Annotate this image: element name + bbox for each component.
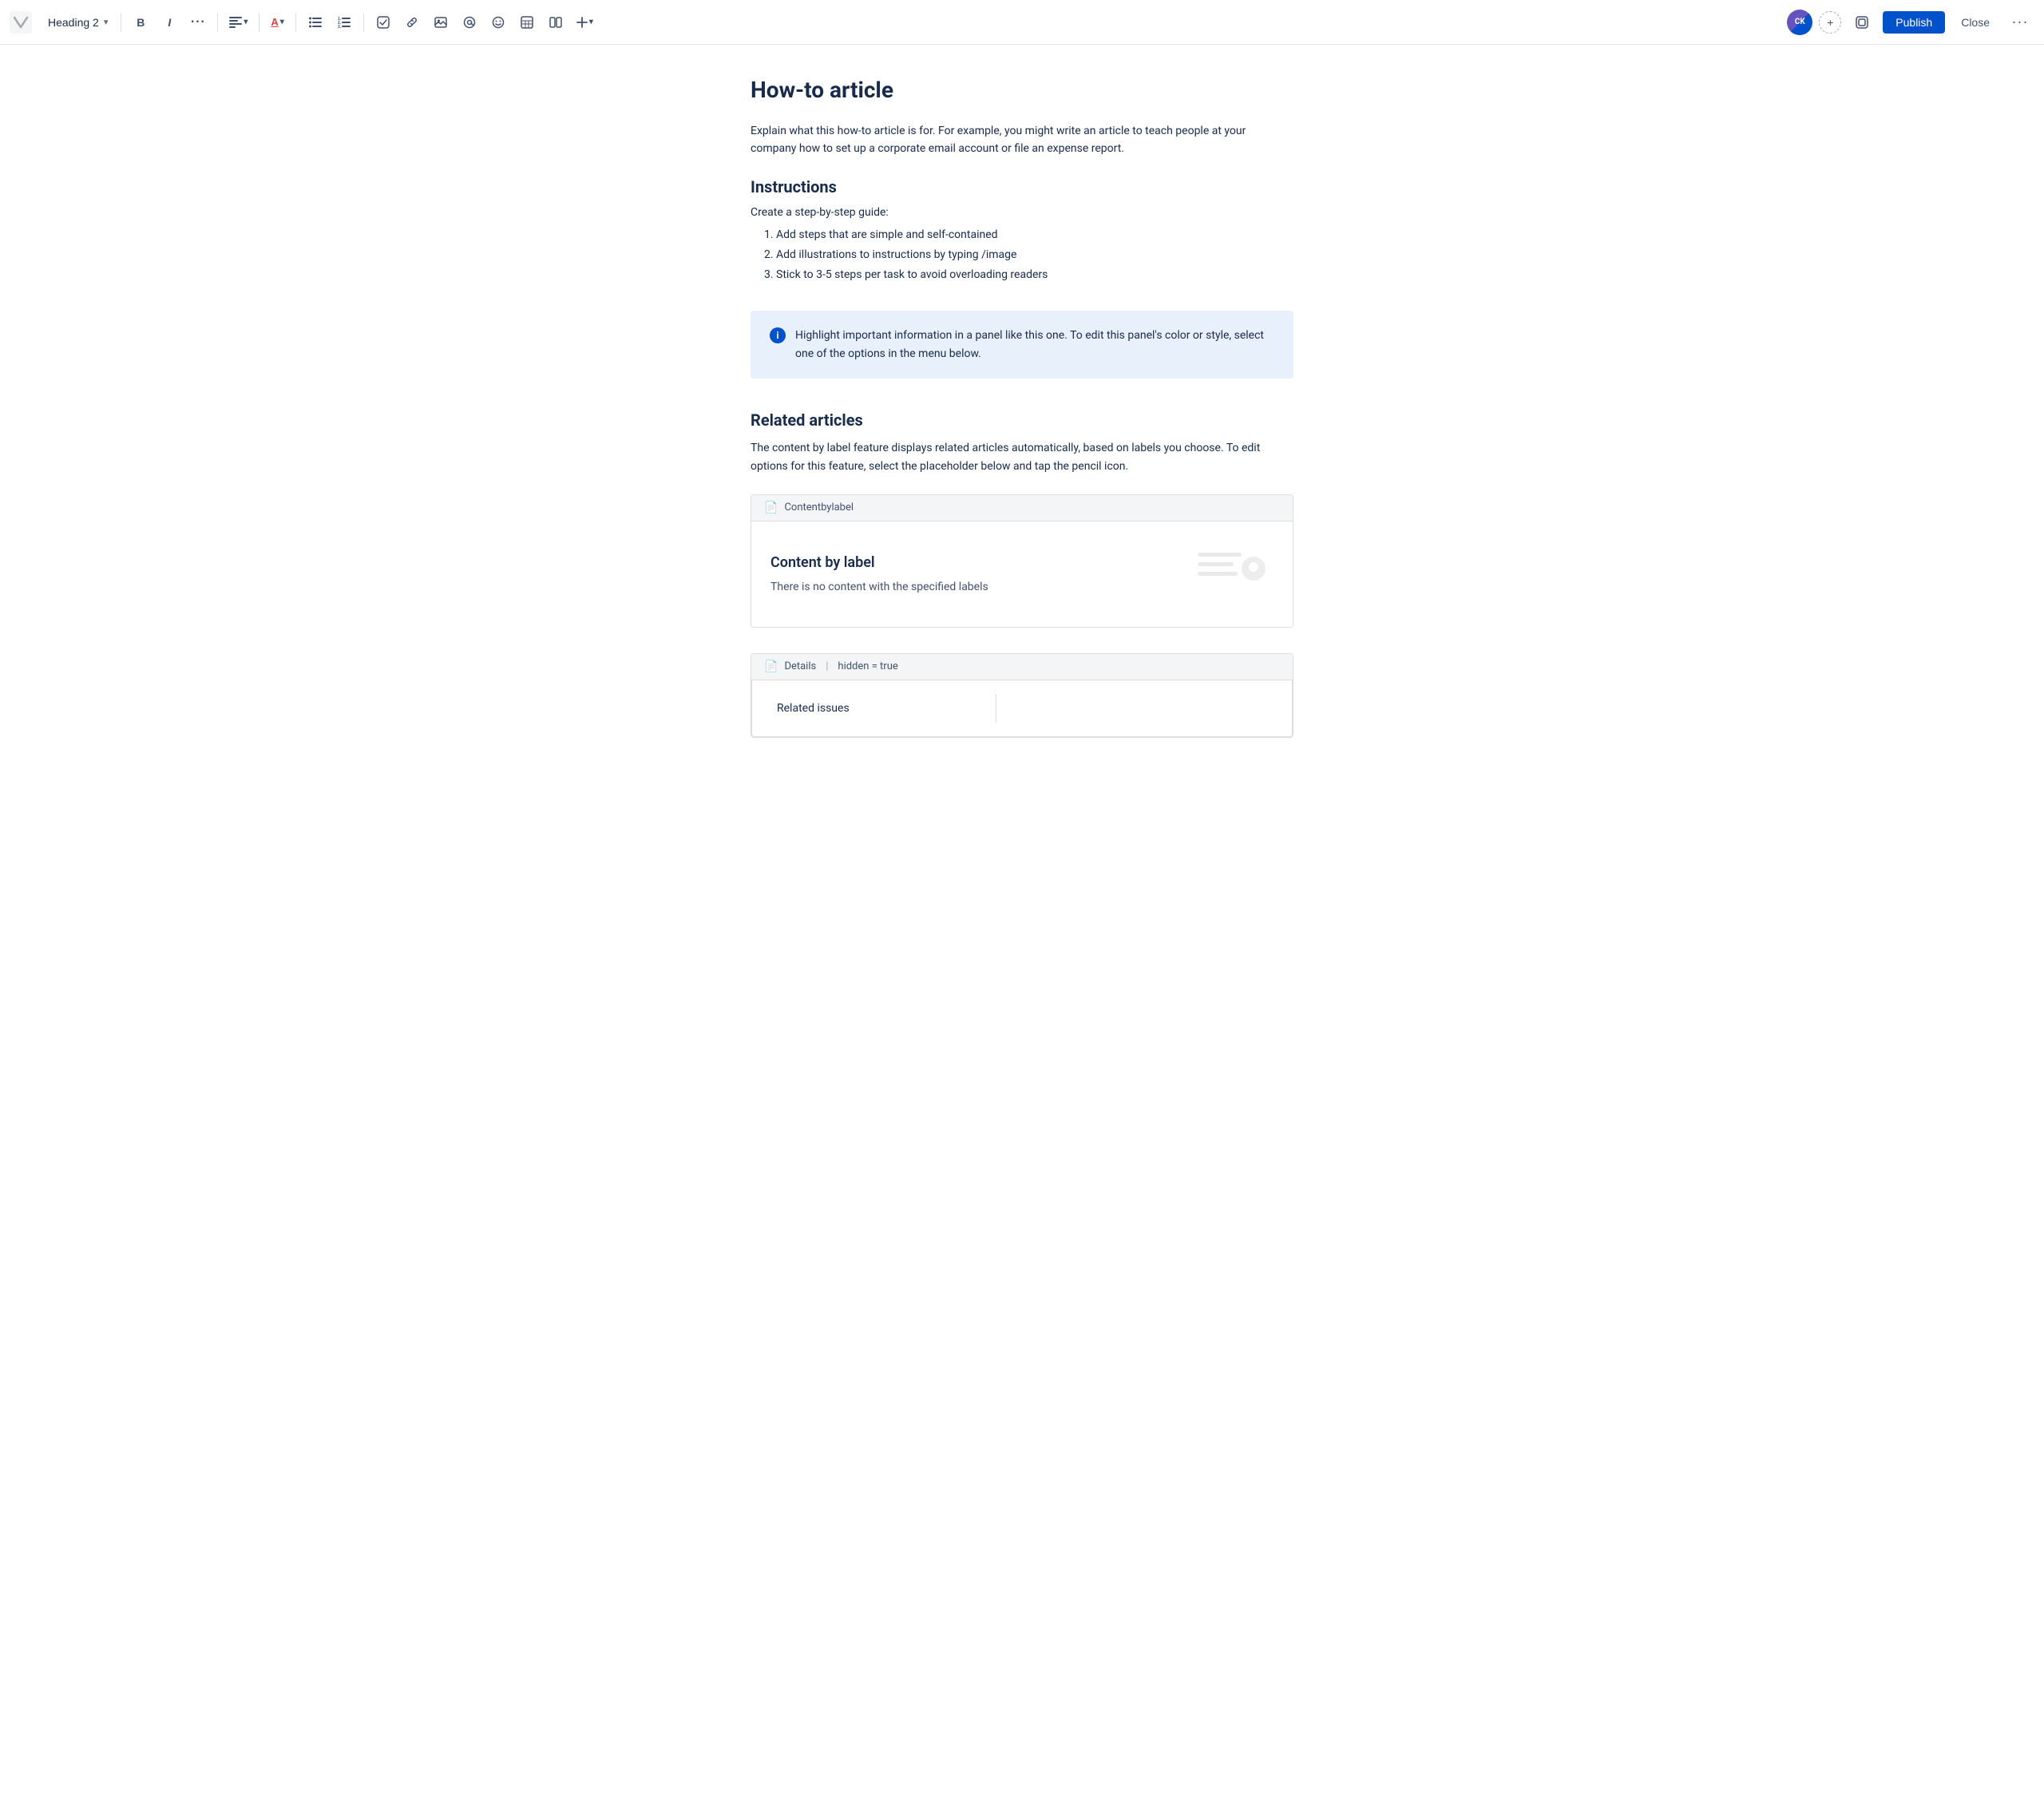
numbered-list-button[interactable]: 1. 2. 3. <box>331 10 357 35</box>
emoji-icon <box>492 16 505 29</box>
task-icon <box>377 16 390 29</box>
bold-button[interactable]: B <box>128 10 153 35</box>
mention-icon <box>463 16 476 29</box>
heading-selector-label: Heading 2 <box>48 16 99 29</box>
related-articles-heading[interactable]: Related articles <box>751 410 1293 430</box>
details-macro-header[interactable]: 📄 Details | hidden = true <box>751 654 1293 680</box>
details-hidden-attr: hidden = true <box>838 660 897 672</box>
details-doc-icon: 📄 <box>764 660 778 673</box>
details-macro: 📄 Details | hidden = true Related issues <box>751 653 1293 738</box>
macro-label: Contentbylabel <box>784 502 854 513</box>
spacer <box>751 628 1293 640</box>
avatar-group: CK <box>1787 10 1812 35</box>
details-cell-right[interactable] <box>996 693 1279 723</box>
related-body-text: The content by label feature displays re… <box>751 439 1293 475</box>
page-title[interactable]: How-to article <box>751 77 1293 103</box>
numbered-list-icon: 1. 2. 3. <box>338 17 351 28</box>
steps-intro: Create a step-by-step guide: <box>751 206 1293 219</box>
columns-icon <box>549 16 562 29</box>
svg-text:3.: 3. <box>338 25 342 28</box>
heading-chevron-icon: ▾ <box>104 17 109 27</box>
macro-doc-icon: 📄 <box>764 502 778 514</box>
info-icon: i <box>770 327 786 343</box>
instructions-heading[interactable]: Instructions <box>751 177 1293 196</box>
toolbar-right: CK + Publish Close ··· <box>1787 8 2034 37</box>
table-button[interactable] <box>514 10 540 35</box>
align-icon <box>229 17 242 28</box>
macro-header[interactable]: 📄 Contentbylabel <box>751 495 1293 521</box>
mention-button[interactable] <box>457 10 482 35</box>
close-button[interactable]: Close <box>1951 11 1999 34</box>
link-icon <box>406 16 418 29</box>
avatar: CK <box>1787 10 1812 35</box>
info-panel-text: Highlight important information in a pan… <box>795 327 1274 363</box>
macro-title: Content by label <box>770 554 988 571</box>
details-separator: | <box>826 660 828 672</box>
plus-icon <box>576 17 588 28</box>
macro-body[interactable]: Content by label There is no content wit… <box>751 521 1293 627</box>
table-row: Related issues <box>766 693 1279 723</box>
emoji-button[interactable] <box>485 10 511 35</box>
text-color-chevron: ▾ <box>280 18 284 26</box>
divider-2 <box>217 13 218 32</box>
list-item[interactable]: Add steps that are simple and self-conta… <box>776 225 1293 245</box>
table-icon <box>521 16 533 29</box>
steps-list: Add steps that are simple and self-conta… <box>751 225 1293 286</box>
details-cell-left[interactable]: Related issues <box>766 693 996 723</box>
more-options-button[interactable]: ··· <box>2006 8 2034 37</box>
info-panel[interactable]: i Highlight important information in a p… <box>751 311 1293 379</box>
intro-paragraph[interactable]: Explain what this how-to article is for.… <box>751 122 1293 158</box>
heading-selector[interactable]: Heading 2 ▾ <box>42 13 114 32</box>
content-area: How-to article Explain what this how-to … <box>719 45 1325 827</box>
insert-button[interactable]: ▾ <box>572 10 598 35</box>
bullet-list-icon <box>309 17 322 28</box>
bullet-list-button[interactable] <box>303 10 328 35</box>
details-body[interactable]: Related issues <box>751 680 1293 737</box>
divider-4 <box>295 13 296 32</box>
empty-state-illustration <box>1194 541 1274 608</box>
more-options-icon: ··· <box>2012 14 2029 30</box>
alignment-chevron: ▾ <box>244 18 248 26</box>
versions-icon <box>1855 15 1869 30</box>
toolbar: Heading 2 ▾ B I ··· ▾ A ▾ <box>0 0 2044 45</box>
versions-button[interactable] <box>1848 8 1876 37</box>
macro-empty-content: Content by label There is no content wit… <box>770 554 988 593</box>
italic-button[interactable]: I <box>156 10 182 35</box>
columns-button[interactable] <box>543 10 568 35</box>
details-label: Details <box>784 660 816 672</box>
divider-5 <box>363 13 364 32</box>
list-item[interactable]: Stick to 3-5 steps per task to avoid ove… <box>776 265 1293 285</box>
related-section: Related articles The content by label fe… <box>751 410 1293 738</box>
macro-empty-text: There is no content with the specified l… <box>770 581 988 593</box>
alignment-button[interactable]: ▾ <box>224 10 252 35</box>
more-format-button[interactable]: ··· <box>185 10 211 35</box>
task-button[interactable] <box>370 10 396 35</box>
insert-chevron: ▾ <box>589 18 593 26</box>
text-color-icon: A <box>271 16 278 28</box>
text-color-button[interactable]: A ▾ <box>266 10 288 35</box>
link-button[interactable] <box>399 10 425 35</box>
image-button[interactable] <box>428 10 454 35</box>
publish-button[interactable]: Publish <box>1883 11 1945 34</box>
details-table: Related issues <box>765 693 1279 724</box>
list-item[interactable]: Add illustrations to instructions by typ… <box>776 245 1293 265</box>
add-collaborator-button[interactable]: + <box>1819 11 1841 34</box>
content-by-label-macro: 📄 Contentbylabel Content by label There … <box>751 494 1293 628</box>
macro-empty-state: Content by label There is no content wit… <box>770 541 1274 608</box>
app-logo <box>10 11 32 34</box>
image-icon <box>434 16 447 29</box>
